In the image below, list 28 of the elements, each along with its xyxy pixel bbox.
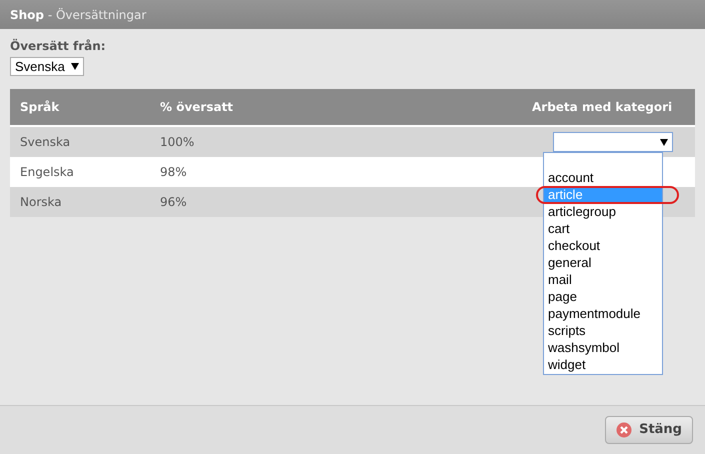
source-select[interactable]: Svenska [10,57,84,76]
dropdown-option[interactable]: account [544,169,662,186]
dropdown-option[interactable]: widget [544,356,662,373]
column-header: % översatt [160,99,234,116]
caret-icon [70,63,79,70]
source-label: Översätt från: [10,39,106,54]
dropdown-option[interactable]: page [544,288,662,305]
table-cell-text: 96% [160,194,188,211]
dropdown-option[interactable]: checkout [544,237,662,254]
close-button[interactable]: Stäng [605,416,693,444]
table-cell-text: Engelska [20,164,75,181]
dropdown-option[interactable]: paymentmodule [544,305,662,322]
table-cell-text: Norska [20,194,63,211]
dropdown-option[interactable]: cart [544,220,662,237]
table-cell-text: 98% [160,164,188,181]
dropdown-option[interactable]: articlegroup [544,203,662,220]
dropdown-option[interactable]: general [544,254,662,271]
caret-icon [660,138,668,146]
window-title: Shop - Översättningar [10,6,146,24]
category-select[interactable] [553,132,673,152]
dropdown-option[interactable]: mail [544,271,662,288]
close-icon [616,422,632,438]
table-cell-text: Svenska [20,134,72,151]
column-header: Språk [20,99,60,116]
dropdown-option[interactable]: scripts [544,322,662,339]
table-cell-text: 100% [160,134,196,151]
column-header: Arbeta med kategori [532,99,672,116]
dropdown-option[interactable]: washsymbol [544,339,662,356]
